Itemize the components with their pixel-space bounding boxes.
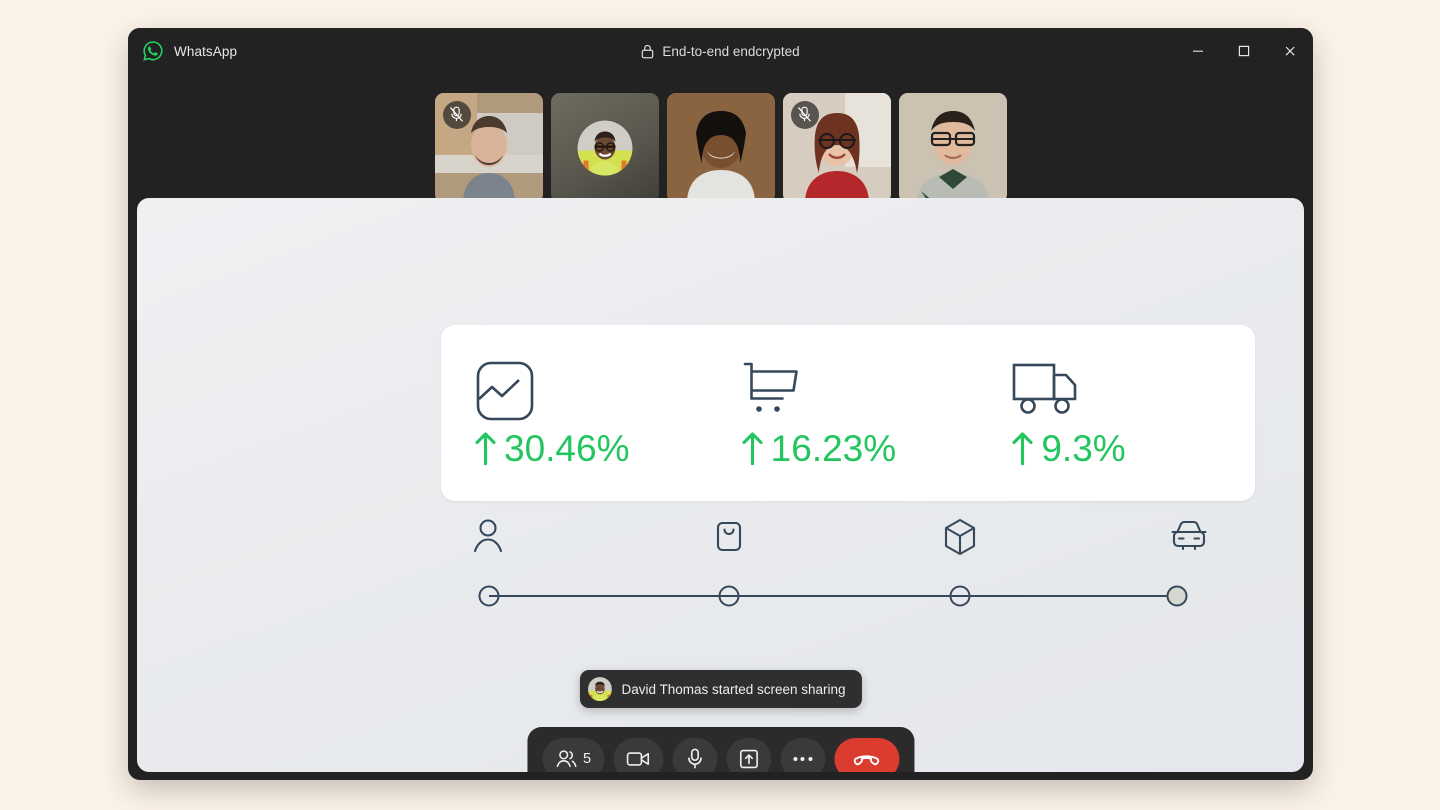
whatsapp-logo-icon <box>142 40 164 62</box>
lock-icon <box>641 44 654 59</box>
participant-count: 5 <box>582 750 592 767</box>
screen-share-toast: David Thomas started screen sharing <box>579 670 862 708</box>
mute-badge <box>790 100 819 129</box>
microphone-button[interactable] <box>672 737 718 772</box>
arrow-up-icon <box>1012 432 1033 465</box>
metric-value-row: 30.46% <box>475 430 718 467</box>
video-camera-icon <box>626 751 649 766</box>
car-icon <box>1170 518 1208 559</box>
metric-item: 30.46% <box>441 360 718 467</box>
title-bar: WhatsApp End-to-end endcrypted <box>128 28 1313 74</box>
camera-button[interactable] <box>613 737 664 772</box>
encryption-label: End-to-end endcrypted <box>662 43 800 59</box>
microphone-muted-icon <box>798 106 811 122</box>
package-box-icon <box>943 518 977 563</box>
shared-screen: 30.46% 16.23% 9.3% David Thomas started … <box>137 198 1304 772</box>
stepper-node-delivery[interactable] <box>1166 585 1188 607</box>
participant-video <box>666 92 775 203</box>
close-button[interactable] <box>1267 28 1313 74</box>
stepper-line <box>489 595 1177 597</box>
stepper-track <box>477 576 1189 616</box>
app-title: WhatsApp <box>174 43 238 59</box>
person-icon <box>473 518 503 561</box>
chart-trend-icon <box>475 360 718 422</box>
more-options-button[interactable] <box>780 737 826 772</box>
participant-tile[interactable] <box>898 92 1007 203</box>
mute-badge <box>442 100 471 129</box>
avatar <box>577 120 632 175</box>
metric-item: 9.3% <box>984 360 1255 467</box>
participants-button[interactable]: 5 <box>541 737 605 772</box>
stepper-node-packed[interactable] <box>949 585 971 607</box>
metrics-card: 30.46% 16.23% 9.3% <box>441 325 1255 501</box>
arrow-up-icon <box>742 432 763 465</box>
participant-tile[interactable] <box>434 92 543 203</box>
stepper-node-order[interactable] <box>718 585 740 607</box>
end-call-icon <box>853 754 880 765</box>
avatar <box>587 677 612 701</box>
progress-stepper <box>474 518 1207 608</box>
call-control-bar: 5 <box>526 727 915 772</box>
metric-value-row: 9.3% <box>1012 430 1255 467</box>
metric-value-row: 16.23% <box>742 430 985 467</box>
participant-video <box>898 92 1007 203</box>
microphone-icon <box>687 748 702 769</box>
participant-tile[interactable] <box>782 92 891 203</box>
maximize-button[interactable] <box>1221 28 1267 74</box>
whatsapp-window: WhatsApp End-to-end endcrypted 30.46% 16… <box>128 28 1313 780</box>
delivery-truck-icon <box>1012 360 1255 422</box>
end-call-button[interactable] <box>834 737 900 772</box>
participant-tile[interactable] <box>666 92 775 203</box>
participant-tile[interactable] <box>550 92 659 203</box>
shopping-cart-icon <box>742 360 985 422</box>
metric-value: 16.23% <box>770 427 897 469</box>
arrow-up-icon <box>475 432 496 465</box>
minimize-button[interactable] <box>1175 28 1221 74</box>
title-bar-left: WhatsApp <box>128 40 237 62</box>
stepper-icons <box>474 518 1207 563</box>
more-dots-icon <box>793 756 813 761</box>
window-controls <box>1175 28 1313 74</box>
shopping-bag-icon <box>714 518 744 561</box>
title-bar-center: End-to-end endcrypted <box>128 28 1313 74</box>
stepper-node-customer[interactable] <box>478 585 500 607</box>
metric-value: 30.46% <box>504 427 630 469</box>
toast-message: David Thomas started screen sharing <box>621 681 846 697</box>
share-screen-button[interactable] <box>726 737 772 772</box>
metric-item: 16.23% <box>718 360 985 467</box>
metric-value: 9.3% <box>1041 427 1126 469</box>
share-screen-icon <box>739 749 758 768</box>
people-icon <box>556 749 577 767</box>
page-root: WhatsApp End-to-end endcrypted 30.46% 16… <box>0 0 1440 810</box>
microphone-muted-icon <box>450 106 463 122</box>
